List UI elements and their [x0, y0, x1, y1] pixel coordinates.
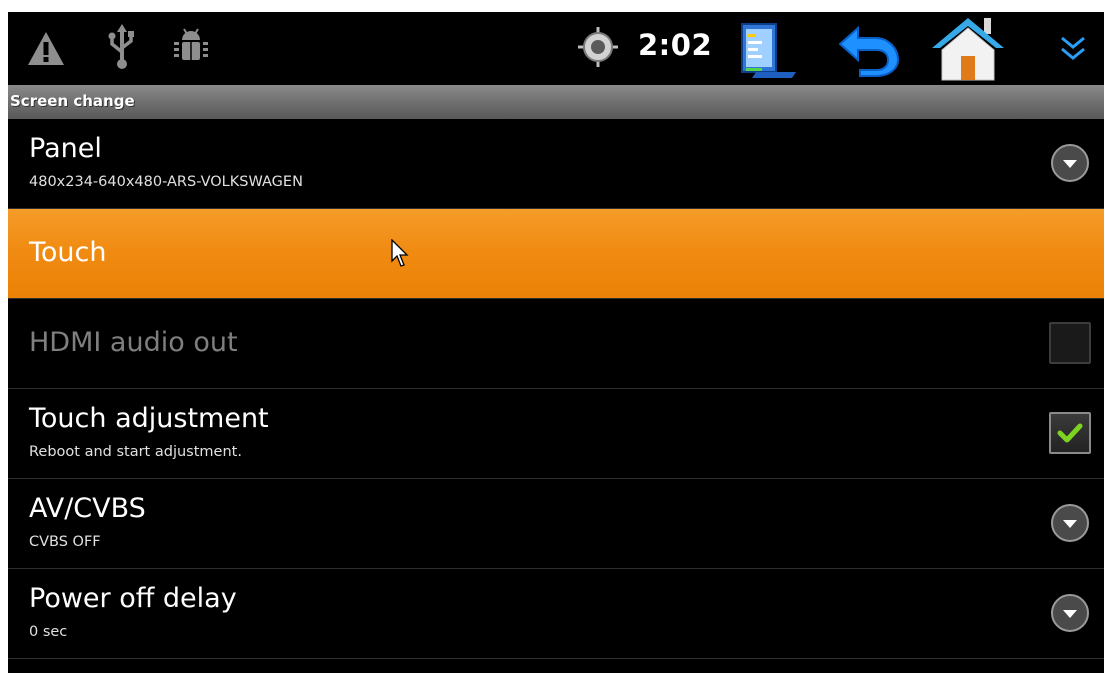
setting-touch-adjustment[interactable]: Touch adjustment Reboot and start adjust…: [8, 389, 1104, 479]
setting-panel-value: 480x234-640x480-ARS-VOLKSWAGEN: [29, 174, 303, 190]
hdmi-audio-checkbox[interactable]: [1049, 322, 1091, 364]
setting-power-off-delay-value: 0 sec: [29, 624, 68, 640]
touch-adjustment-checkbox[interactable]: [1049, 412, 1091, 454]
title-bar: Screen change: [8, 85, 1104, 119]
expand-icon[interactable]: [1056, 32, 1090, 66]
setting-touch-title: Touch: [29, 237, 107, 268]
home-icon[interactable]: [928, 14, 1008, 82]
setting-hdmi-audio-out-title: HDMI audio out: [29, 327, 238, 358]
mouse-cursor-icon: [391, 238, 411, 269]
dropdown-icon[interactable]: [1050, 593, 1090, 633]
setting-panel-title: Panel: [29, 133, 102, 164]
app-window-icon[interactable]: [736, 20, 798, 80]
warning-icon[interactable]: [26, 30, 66, 68]
setting-power-off-delay[interactable]: Power off delay 0 sec: [8, 569, 1104, 659]
status-clock: 2:02: [638, 28, 713, 62]
setting-av-cvbs[interactable]: AV/CVBS CVBS OFF: [8, 479, 1104, 569]
check-icon: [1057, 423, 1083, 443]
dropdown-icon[interactable]: [1050, 143, 1090, 183]
dropdown-icon[interactable]: [1050, 503, 1090, 543]
setting-hdmi-audio-out[interactable]: HDMI audio out: [8, 299, 1104, 389]
setting-av-cvbs-title: AV/CVBS: [29, 493, 146, 524]
gps-icon[interactable]: [576, 25, 620, 69]
setting-panel[interactable]: Panel 480x234-640x480-ARS-VOLKSWAGEN: [8, 119, 1104, 209]
back-icon[interactable]: [836, 22, 902, 78]
setting-touch-adjustment-title: Touch adjustment: [29, 403, 269, 434]
android-debug-icon[interactable]: [170, 26, 212, 68]
settings-list: Panel 480x234-640x480-ARS-VOLKSWAGEN Tou…: [8, 119, 1104, 659]
setting-touch-adjustment-summary: Reboot and start adjustment.: [29, 444, 242, 460]
status-bar: 2:02: [8, 12, 1104, 85]
setting-touch[interactable]: Touch: [8, 209, 1104, 299]
setting-av-cvbs-value: CVBS OFF: [29, 534, 101, 550]
usb-icon[interactable]: [106, 24, 138, 70]
device-screen: 2:02 Screen change Panel 480x234-640x480…: [8, 12, 1104, 673]
setting-power-off-delay-title: Power off delay: [29, 583, 237, 614]
page-title: Screen change: [10, 92, 135, 110]
